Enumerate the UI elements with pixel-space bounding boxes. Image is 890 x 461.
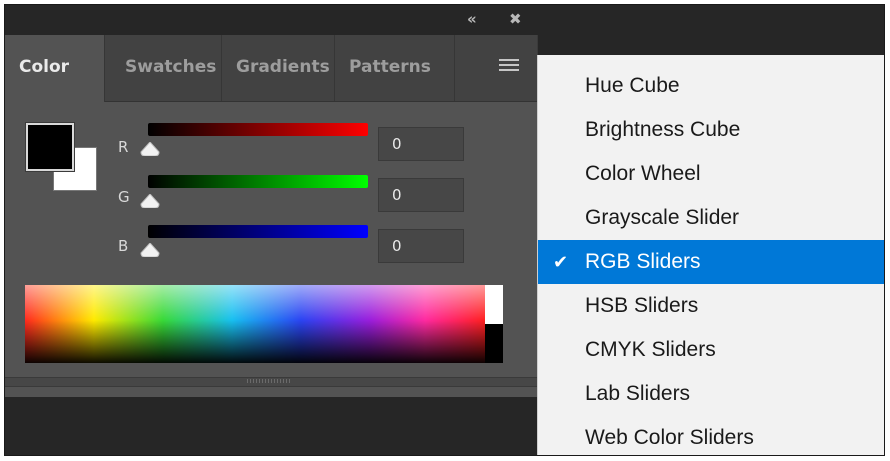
spectrum-black-chip[interactable] [485,324,503,363]
menu-item-color-wheel[interactable]: Color Wheel [538,152,884,196]
panel-tab-bar: Color Swatches Gradients Patterns [5,35,537,102]
tab-swatches[interactable]: Swatches [111,35,222,101]
color-spectrum-ramp[interactable] [25,285,485,363]
menu-item-label: HSB Sliders [585,294,699,317]
tab-gradients[interactable]: Gradients [222,35,335,101]
blue-slider-track[interactable] [148,225,368,238]
red-slider-thumb[interactable] [140,142,160,156]
menu-item-label: Web Color Sliders [585,426,754,449]
menu-item-brightness-cube[interactable]: Brightness Cube [538,108,884,152]
tab-color[interactable]: Color [5,35,105,102]
menu-item-hsb-sliders[interactable]: HSB Sliders [538,284,884,328]
green-value-field[interactable]: 0 [378,178,464,212]
panel-title-bar: « ✖ [5,5,884,35]
color-panel: Color Swatches Gradients Patterns R 0 G … [5,35,538,397]
blue-value-field[interactable]: 0 [378,229,464,263]
menu-item-label: Brightness Cube [585,118,741,141]
foreground-color-swatch[interactable] [25,122,75,172]
photoshop-color-panel-window: « ✖ Color Swatches Gradients Patterns R … [4,4,885,456]
green-slider-track[interactable] [148,175,368,188]
menu-item-label: Lab Sliders [585,382,691,405]
tab-patterns[interactable]: Patterns [335,35,455,101]
spectrum-white-chip[interactable] [485,285,503,324]
menu-item-label: Hue Cube [585,74,680,97]
menu-item-web-color-sliders[interactable]: Web Color Sliders [538,416,884,455]
channel-label-b: B [118,237,129,255]
menu-item-cmyk-sliders[interactable]: CMYK Sliders [538,328,884,372]
blue-slider-thumb[interactable] [140,243,160,257]
red-slider-track[interactable] [148,123,368,136]
channel-label-r: R [118,138,129,156]
menu-item-lab-sliders[interactable]: Lab Sliders [538,372,884,416]
menu-item-grayscale-slider[interactable]: Grayscale Slider [538,196,884,240]
green-slider-thumb[interactable] [140,194,160,208]
menu-item-label: RGB Sliders [585,250,701,273]
menu-item-rgb-sliders[interactable]: ✔ RGB Sliders [538,240,884,284]
resize-grip-icon[interactable] [247,379,291,383]
double-chevron-left-icon[interactable]: « [467,9,477,29]
menu-item-hue-cube[interactable]: Hue Cube [538,64,884,108]
menu-item-label: Grayscale Slider [585,206,740,229]
close-icon[interactable]: ✖ [509,9,522,29]
menu-item-label: Color Wheel [585,162,701,185]
menu-item-label: CMYK Sliders [585,338,716,361]
hamburger-menu-icon[interactable] [499,59,519,74]
channel-label-g: G [118,188,130,206]
red-value-field[interactable]: 0 [378,127,464,161]
color-panel-flyout-menu: Hue Cube Brightness Cube Color Wheel Gra… [537,55,884,455]
checkmark-icon: ✔ [553,252,569,272]
